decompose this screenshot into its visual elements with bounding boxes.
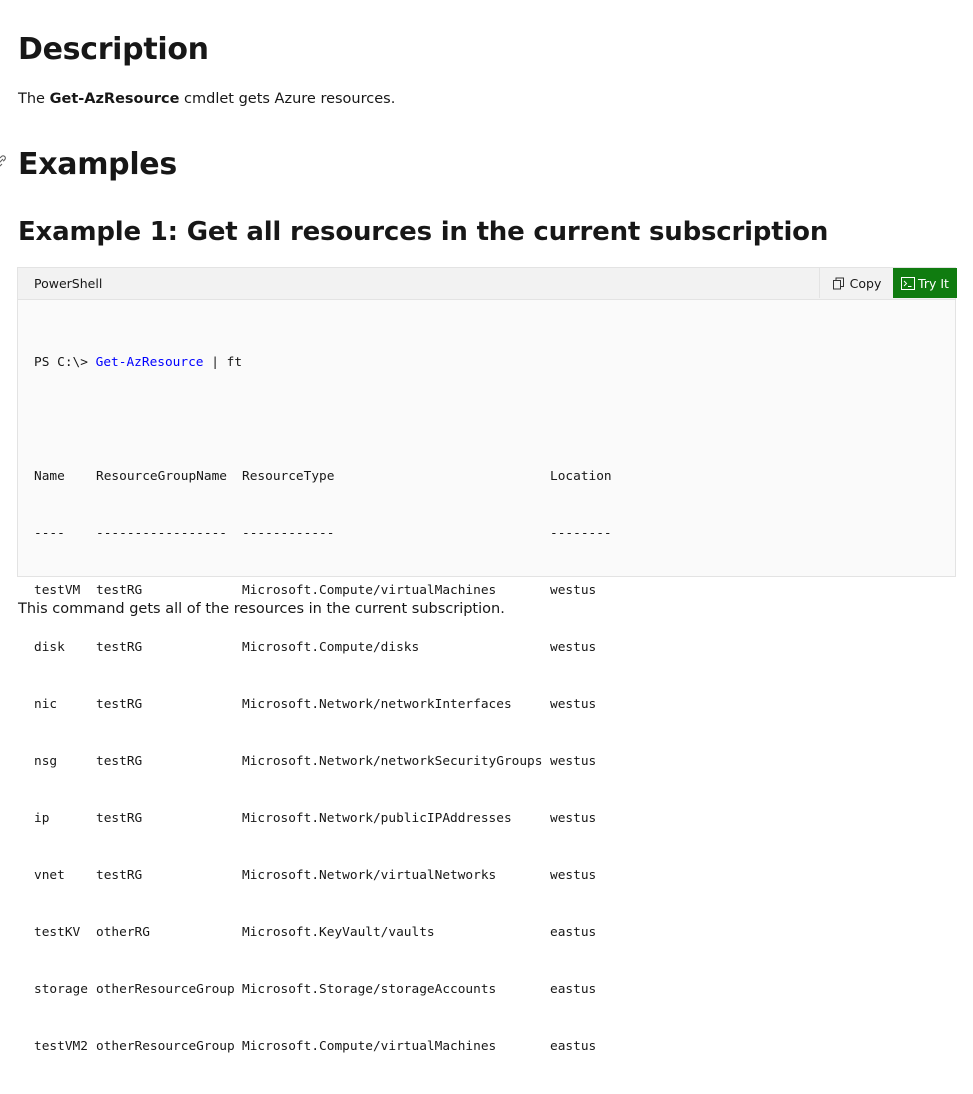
cell: eastus	[550, 1039, 597, 1054]
cell: eastus	[550, 925, 597, 940]
table-row: vnet testRG Microsoft.Network/virtualNetwo…	[34, 866, 612, 885]
description-text: The Get-AzResource cmdlet gets Azure res…	[18, 88, 395, 110]
cell: vnet	[34, 868, 65, 883]
separator: ----	[34, 526, 65, 541]
cell: otherResourceGroup	[96, 982, 235, 997]
examples-heading: Examples	[18, 147, 177, 182]
description-heading: Description	[18, 32, 209, 67]
description-text-before: The	[18, 91, 50, 107]
example-1-heading: Example 1: Get all resources in the curr…	[18, 217, 829, 247]
command-pipe: | ft	[203, 355, 243, 370]
cell: nic	[34, 697, 58, 712]
column-header: Location	[550, 469, 612, 484]
table-row: testKV otherRG Microsoft.KeyVault/vaults ea…	[34, 923, 612, 942]
separator: --------	[550, 526, 612, 541]
cell: Microsoft.Network/virtualNetworks	[242, 868, 497, 883]
cell: Microsoft.Network/networkSecurityGroups	[242, 754, 543, 769]
cell: westus	[550, 754, 597, 769]
cell: Microsoft.Compute/virtualMachines	[242, 1039, 497, 1054]
cell: otherRG	[96, 925, 150, 940]
cell: testRG	[96, 640, 143, 655]
table-row: ip testRG Microsoft.Network/publicIPAddres…	[34, 809, 612, 828]
copy-button[interactable]: Copy	[819, 268, 893, 298]
cmdlet-name: Get-AzResource	[49, 91, 180, 107]
try-it-button[interactable]: Try It	[893, 268, 957, 298]
table-row: nsg testRG Microsoft.Network/networkSecuri…	[34, 752, 612, 771]
code-language-label: PowerShell	[34, 276, 103, 291]
command-name: Get-AzResource	[95, 355, 204, 370]
link-anchor-icon[interactable]	[0, 154, 8, 168]
separator: ------------	[242, 526, 335, 541]
copy-icon	[832, 277, 844, 289]
cell: testRG	[96, 868, 143, 883]
copy-button-label: Copy	[849, 275, 882, 291]
cell: eastus	[550, 982, 597, 997]
cell: westus	[550, 811, 597, 826]
cell: westus	[550, 640, 597, 655]
cell: storage	[34, 982, 88, 997]
cell: disk	[34, 640, 65, 655]
cell: testKV	[34, 925, 81, 940]
command-line: PS C:\> Get-AzResource | ft	[34, 353, 612, 372]
table-row: nic testRG Microsoft.Network/networkInterf…	[34, 695, 612, 714]
cell: testRG	[96, 697, 143, 712]
cell: Microsoft.Storage/storageAccounts	[242, 982, 497, 997]
separator-row: ---- ----------------- ------------ -------…	[34, 524, 612, 543]
code-block: PowerShell Copy Try It PS C:\> Get-AzRes…	[17, 267, 957, 1054]
separator: -----------------	[96, 526, 227, 541]
cell: ip	[34, 811, 50, 826]
column-header: ResourceGroupName	[96, 469, 227, 484]
cell: testRG	[96, 754, 143, 769]
cell: Microsoft.Compute/disks	[242, 640, 420, 655]
code-content: PS C:\> Get-AzResource | ft Name Resource…	[34, 315, 612, 1094]
table-row: storage otherResourceGroup Microsoft.Stora…	[34, 980, 612, 999]
table-row: disk testRG Microsoft.Compute/disks westus	[34, 638, 612, 657]
try-it-label: Try It	[918, 275, 949, 291]
cell: westus	[550, 697, 597, 712]
cell: testVM2	[34, 1039, 88, 1054]
cell: testRG	[96, 811, 143, 826]
cell: otherResourceGroup	[96, 1039, 235, 1054]
cell: Microsoft.KeyVault/vaults	[242, 925, 435, 940]
cell: nsg	[34, 754, 58, 769]
terminal-icon	[901, 276, 916, 290]
table-row: testVM2 otherResourceGroup Microsoft.Compu…	[34, 1037, 612, 1056]
cell: westus	[550, 868, 597, 883]
example-explanation: This command gets all of the resources i…	[18, 601, 505, 617]
code-header: PowerShell Copy Try It	[18, 268, 957, 300]
column-header: ResourceType	[242, 469, 335, 484]
cell: Microsoft.Network/publicIPAddresses	[242, 811, 512, 826]
prompt: PS C:\>	[34, 355, 96, 370]
cell: Microsoft.Network/networkInterfaces	[242, 697, 512, 712]
cell: westus	[550, 583, 597, 598]
column-header: Name	[34, 469, 65, 484]
table-header-row: Name ResourceGroupName ResourceType Locatio…	[34, 467, 612, 486]
description-text-after: cmdlet gets Azure resources.	[179, 91, 396, 107]
